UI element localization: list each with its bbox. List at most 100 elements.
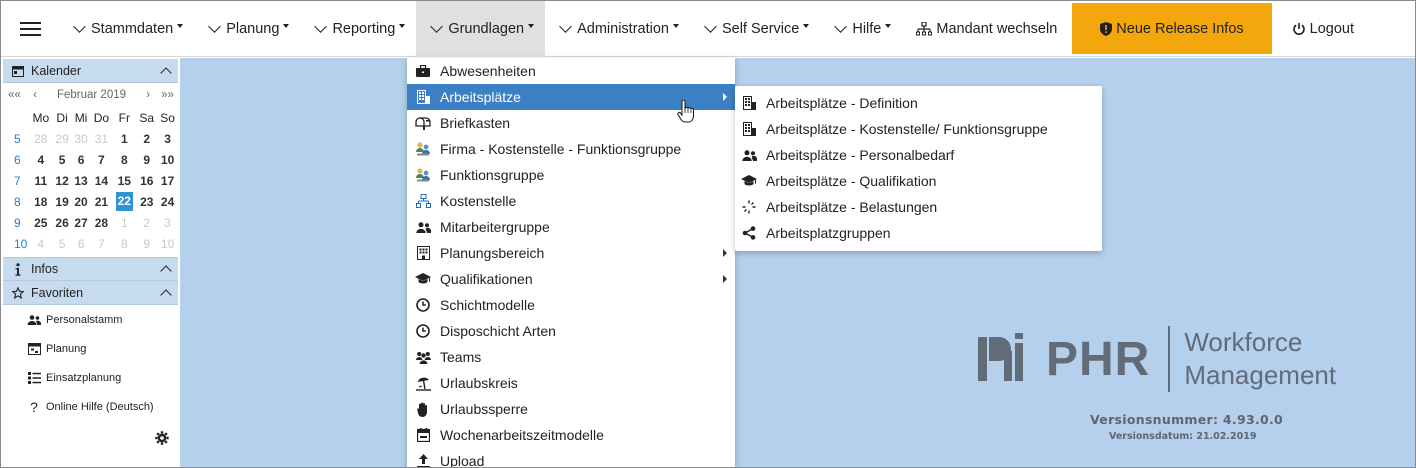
menu-item[interactable]: Disposchicht Arten (407, 318, 735, 344)
weekday-header: Mi (74, 110, 88, 125)
calendar-day[interactable]: 3 (157, 128, 178, 149)
menu-item[interactable]: Teams (407, 344, 735, 370)
menu-item[interactable]: Upload (407, 448, 735, 467)
chevron-up-icon[interactable] (160, 66, 172, 79)
first-month-button[interactable]: «« (3, 89, 26, 101)
calendar-day[interactable]: 21 (91, 191, 113, 212)
nav-stammdaten[interactable]: Stammdaten (59, 1, 194, 57)
calendar-day[interactable]: 9 (136, 233, 157, 254)
favoriten-panel-header[interactable]: Favoriten (3, 281, 178, 305)
nav-self-service[interactable]: Self Service (690, 1, 820, 57)
week-number[interactable]: 6 (3, 149, 29, 170)
calendar-day[interactable]: 28 (29, 128, 53, 149)
menu-item[interactable]: Urlaubssperre (407, 396, 735, 422)
calendar-day[interactable]: 14 (91, 170, 113, 191)
week-number[interactable]: 9 (3, 212, 29, 233)
hamburger-icon[interactable] (1, 1, 59, 57)
week-number[interactable]: 7 (3, 170, 29, 191)
menu-item[interactable]: Firma - Kostenstelle - Funktionsgruppe (407, 136, 735, 162)
nav-grundlagen[interactable]: Grundlagen (416, 1, 546, 57)
mandant-wechseln-button[interactable]: Mandant wechseln (902, 1, 1068, 57)
chevron-up-icon[interactable] (160, 265, 172, 277)
calendar-day[interactable]: 16 (136, 170, 157, 191)
calendar-day[interactable]: 23 (136, 191, 157, 212)
calendar-day[interactable]: 13 (72, 170, 91, 191)
calendar-day[interactable]: 8 (112, 149, 136, 170)
calendar-day[interactable]: 4 (29, 149, 53, 170)
calendar-day[interactable]: 28 (91, 212, 113, 233)
release-infos-button[interactable]: Neue Release Infos (1072, 3, 1272, 54)
calendar-day[interactable]: 4 (29, 233, 53, 254)
calendar-day[interactable]: 5 (53, 233, 72, 254)
nav-hilfe[interactable]: Hilfe (820, 1, 902, 57)
submenu-item[interactable]: Arbeitsplätze - Qualifikation (735, 168, 1102, 194)
menu-item[interactable]: Wochenarbeitszeitmodelle (407, 422, 735, 448)
calendar-day[interactable]: 1 (112, 212, 136, 233)
favorite-online-hilfe[interactable]: ? Online Hilfe (Deutsch) (3, 392, 178, 421)
prev-month-button[interactable]: ‹ (26, 89, 44, 101)
calendar-day[interactable]: 19 (53, 191, 72, 212)
calendar-day[interactable]: 2 (136, 212, 157, 233)
calendar-day[interactable]: 7 (91, 149, 113, 170)
menu-item[interactable]: Planungsbereich (407, 240, 735, 266)
submenu-item[interactable]: Arbeitsplätze - Definition (735, 90, 1102, 116)
gear-icon[interactable] (155, 431, 169, 448)
submenu-item[interactable]: Arbeitsplatzgruppen (735, 220, 1102, 246)
users-icon (413, 221, 433, 233)
menu-item[interactable]: Mitarbeitergruppe (407, 214, 735, 240)
calendar-day[interactable]: 29 (53, 128, 72, 149)
menu-item[interactable]: Schichtmodelle (407, 292, 735, 318)
weekday-header: Do (93, 110, 110, 125)
calendar-day[interactable]: 31 (91, 128, 113, 149)
calendar-day[interactable]: 22 (112, 191, 136, 212)
calendar-day[interactable]: 18 (29, 191, 53, 212)
calendar-day[interactable]: 7 (91, 233, 113, 254)
submenu-item[interactable]: Arbeitsplätze - Belastungen (735, 194, 1102, 220)
calendar-day[interactable]: 6 (72, 149, 91, 170)
calendar-day[interactable]: 25 (29, 212, 53, 233)
menu-item[interactable]: Qualifikationen (407, 266, 735, 292)
calendar-day[interactable]: 15 (112, 170, 136, 191)
calendar-day[interactable]: 2 (136, 128, 157, 149)
calendar-panel-header[interactable]: Kalender (3, 59, 178, 83)
menu-item-label: Abwesenheiten (440, 63, 536, 79)
week-number[interactable]: 10 (3, 233, 29, 254)
calendar-day[interactable]: 26 (53, 212, 72, 233)
menu-item[interactable]: Kostenstelle (407, 188, 735, 214)
favorite-personalstamm[interactable]: Personalstamm (3, 305, 178, 334)
last-month-button[interactable]: »» (157, 89, 178, 101)
calendar-day[interactable]: 27 (72, 212, 91, 233)
calendar-day[interactable]: 17 (157, 170, 178, 191)
calendar-day[interactable]: 6 (72, 233, 91, 254)
chevron-up-icon[interactable] (160, 288, 172, 301)
nav-administration[interactable]: Administration (545, 1, 690, 57)
calendar-day[interactable]: 3 (157, 212, 178, 233)
infos-panel-header[interactable]: Infos (3, 257, 178, 281)
favorite-einsatzplanung[interactable]: Einsatzplanung (3, 363, 178, 392)
logout-button[interactable]: Logout (1278, 1, 1365, 57)
calendar-day[interactable]: 11 (29, 170, 53, 191)
calendar-day[interactable]: 12 (53, 170, 72, 191)
calendar-day[interactable]: 5 (53, 149, 72, 170)
menu-item[interactable]: Urlaubskreis (407, 370, 735, 396)
calendar-day[interactable]: 24 (157, 191, 178, 212)
favorite-planung[interactable]: Planung (3, 334, 178, 363)
calendar-day[interactable]: 1 (112, 128, 136, 149)
menu-item[interactable]: Funktionsgruppe (407, 162, 735, 188)
nav-reporting[interactable]: Reporting (300, 1, 416, 57)
week-number[interactable]: 5 (3, 128, 29, 149)
calendar-day[interactable]: 10 (157, 233, 178, 254)
calendar-day[interactable]: 9 (136, 149, 157, 170)
calendar-day[interactable]: 30 (72, 128, 91, 149)
submenu-item[interactable]: Arbeitsplätze - Kostenstelle/ Funktionsg… (735, 116, 1102, 142)
submenu-item[interactable]: Arbeitsplätze - Personalbedarf (735, 142, 1102, 168)
logout-label: Logout (1309, 20, 1354, 37)
calendar-day[interactable]: 8 (112, 233, 136, 254)
week-number[interactable]: 8 (3, 191, 29, 212)
current-month[interactable]: Februar 2019 (44, 89, 139, 101)
menu-item[interactable]: Abwesenheiten (407, 58, 735, 84)
next-month-button[interactable]: › (139, 89, 157, 101)
calendar-day[interactable]: 10 (157, 149, 178, 170)
calendar-day[interactable]: 20 (72, 191, 91, 212)
nav-planung[interactable]: Planung (194, 1, 300, 57)
